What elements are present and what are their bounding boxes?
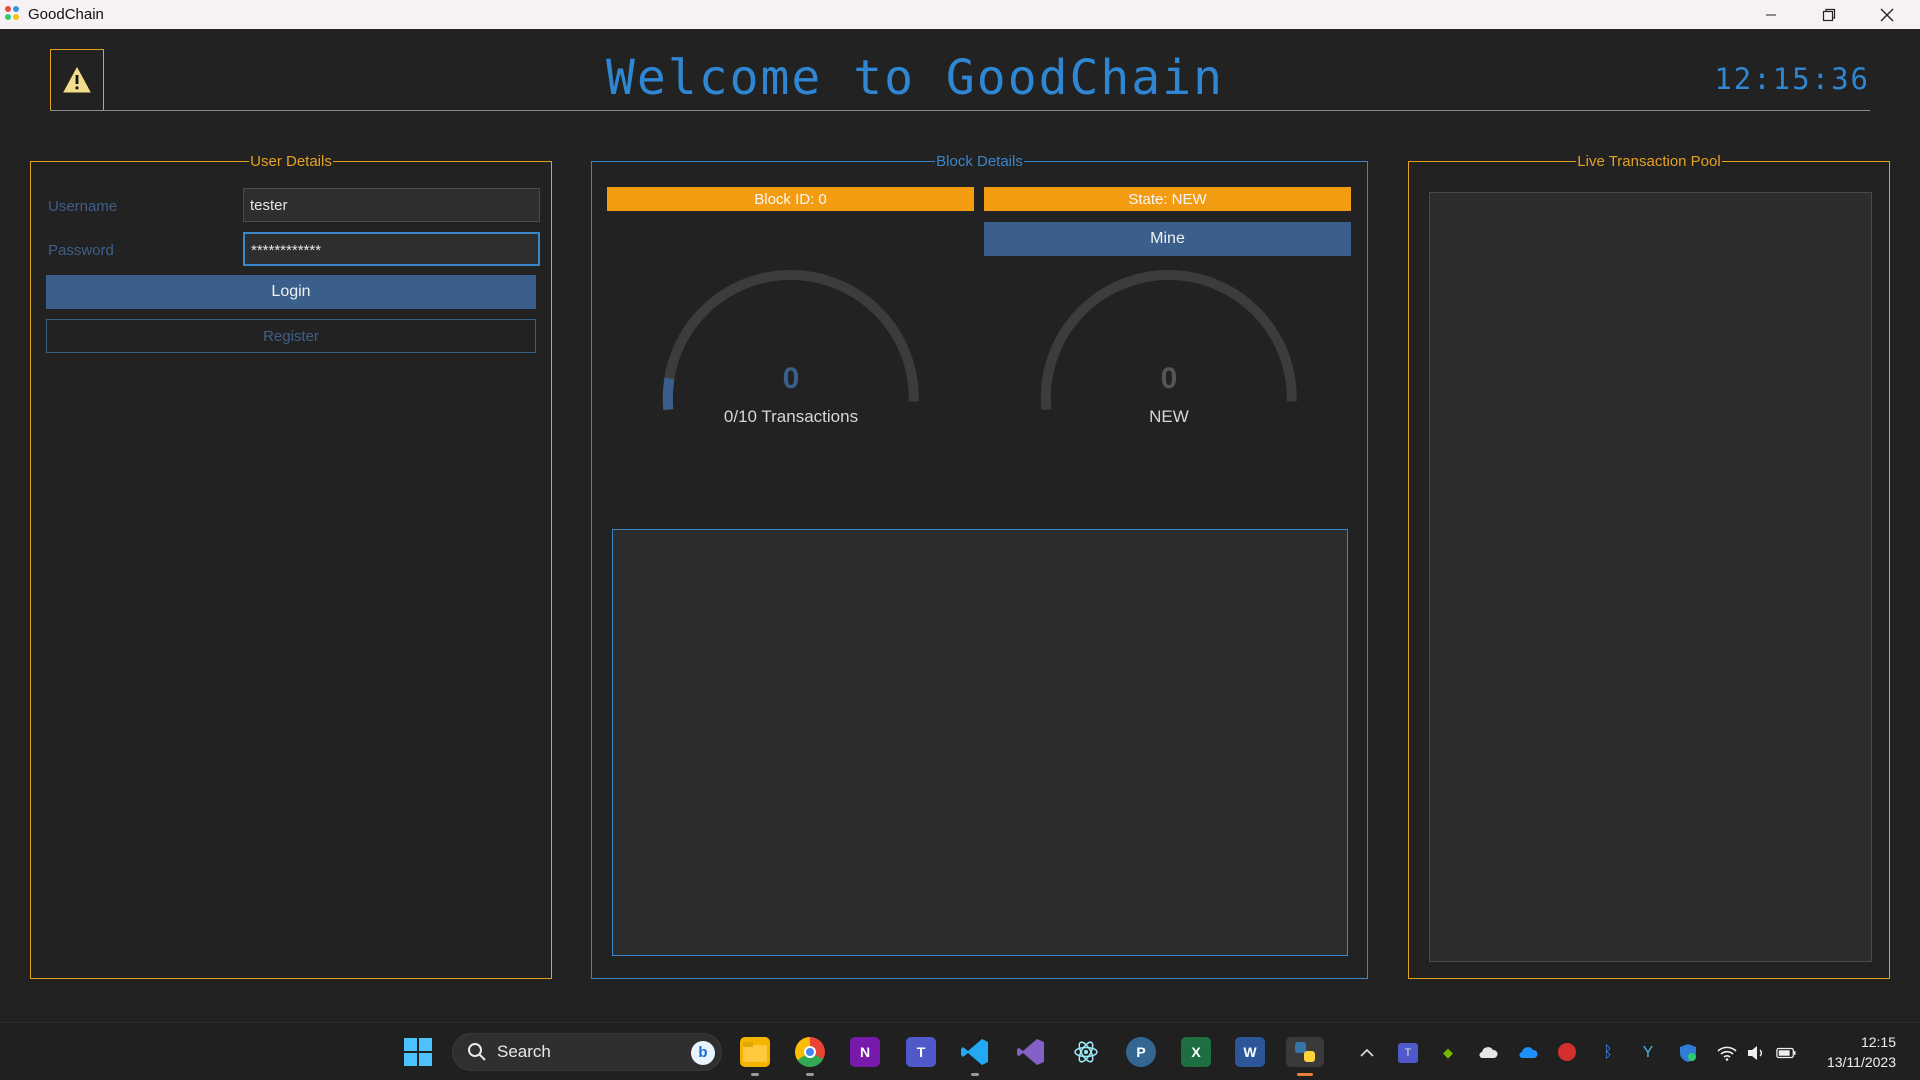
- block-id-badge: Block ID: 0: [607, 187, 974, 211]
- defender-shield-icon[interactable]: [1678, 1043, 1698, 1063]
- minimize-icon: [1766, 14, 1776, 15]
- vscode-icon[interactable]: [960, 1037, 990, 1067]
- block-details-panel: Block Details Block ID: 0 State: NEW Min…: [591, 153, 1368, 979]
- window-title: GoodChain: [28, 6, 104, 23]
- taskbar-date: 13/11/2023: [1826, 1054, 1896, 1070]
- user-details-panel: User Details Username tester Password **…: [30, 153, 552, 979]
- teams-icon[interactable]: T: [906, 1037, 936, 1067]
- transaction-pool-list[interactable]: [1429, 192, 1872, 962]
- state-gauge: 0 NEW: [1039, 267, 1299, 447]
- window-titlebar: GoodChain: [0, 0, 1920, 29]
- security-app-icon[interactable]: [1558, 1043, 1576, 1061]
- teams-tray-icon[interactable]: T: [1398, 1043, 1418, 1063]
- onenote-icon[interactable]: N: [850, 1037, 880, 1067]
- cloud-icon[interactable]: [1478, 1043, 1498, 1063]
- password-input[interactable]: ************: [243, 232, 540, 266]
- transactions-gauge: 0 0/10 Transactions: [661, 267, 921, 447]
- search-icon: [468, 1043, 486, 1061]
- username-label: Username: [48, 198, 118, 215]
- transaction-pool-title: Live Transaction Pool: [1576, 153, 1722, 170]
- python-active-indicator: [1297, 1073, 1313, 1076]
- close-button[interactable]: [1858, 0, 1916, 29]
- taskbar-search[interactable]: Search b: [452, 1033, 722, 1071]
- block-details-title: Block Details: [935, 153, 1024, 170]
- clock-display: 12:15:36: [1714, 62, 1870, 96]
- python-icon[interactable]: [1286, 1037, 1324, 1067]
- volume-icon[interactable]: [1746, 1043, 1766, 1063]
- bluetooth-icon[interactable]: ᛒ: [1598, 1043, 1618, 1063]
- state-badge: State: NEW: [984, 187, 1351, 211]
- transactions-gauge-label: 0/10 Transactions: [723, 407, 859, 426]
- battery-icon[interactable]: [1776, 1043, 1796, 1063]
- password-label: Password: [48, 242, 114, 259]
- search-label: Search: [497, 1042, 551, 1061]
- electron-icon[interactable]: [1071, 1037, 1101, 1067]
- user-details-title: User Details: [249, 153, 333, 170]
- chrome-running-indicator: [806, 1073, 814, 1076]
- block-transactions-list[interactable]: [612, 529, 1348, 956]
- taskbar-clock[interactable]: 12:15 13/11/2023: [1827, 1032, 1896, 1072]
- page-title: Welcome to GoodChain: [606, 50, 1224, 106]
- bing-icon[interactable]: b: [691, 1041, 715, 1065]
- nvidia-icon[interactable]: ◆: [1438, 1043, 1458, 1063]
- login-button[interactable]: Login: [46, 275, 536, 309]
- excel-icon[interactable]: X: [1181, 1037, 1211, 1067]
- transactions-gauge-value: 0: [782, 362, 800, 395]
- chrome-icon[interactable]: [795, 1037, 825, 1067]
- username-input[interactable]: tester: [243, 188, 540, 222]
- transaction-pool-panel: Live Transaction Pool: [1408, 153, 1890, 979]
- visual-studio-icon[interactable]: [1016, 1037, 1046, 1067]
- wifi-icon[interactable]: [1717, 1043, 1737, 1063]
- onedrive-icon[interactable]: [1518, 1043, 1538, 1063]
- header-divider: [50, 110, 1870, 111]
- word-icon[interactable]: W: [1235, 1037, 1265, 1067]
- taskbar: Search b N T P X W T ◆ ᛒ Y 12:15 13/11/2…: [0, 1022, 1920, 1080]
- explorer-running-indicator: [751, 1073, 759, 1076]
- chevron-up-icon[interactable]: [1357, 1043, 1377, 1063]
- mine-button[interactable]: Mine: [984, 222, 1351, 256]
- vscode-running-indicator: [971, 1073, 979, 1076]
- taskbar-time: 12:15: [1860, 1034, 1896, 1050]
- postgresql-icon[interactable]: P: [1126, 1037, 1156, 1067]
- restore-icon: [1822, 8, 1836, 21]
- register-button[interactable]: Register: [46, 319, 536, 353]
- windows-start-icon[interactable]: [403, 1037, 433, 1067]
- goodchain-app-icon: [5, 6, 21, 22]
- file-explorer-icon[interactable]: [740, 1037, 770, 1067]
- minimize-button[interactable]: [1742, 0, 1800, 29]
- network-app-icon[interactable]: Y: [1638, 1043, 1658, 1063]
- state-gauge-value: 0: [1160, 362, 1178, 395]
- close-icon: [1880, 8, 1894, 21]
- state-gauge-label: NEW: [1149, 407, 1189, 426]
- restore-button[interactable]: [1800, 0, 1858, 29]
